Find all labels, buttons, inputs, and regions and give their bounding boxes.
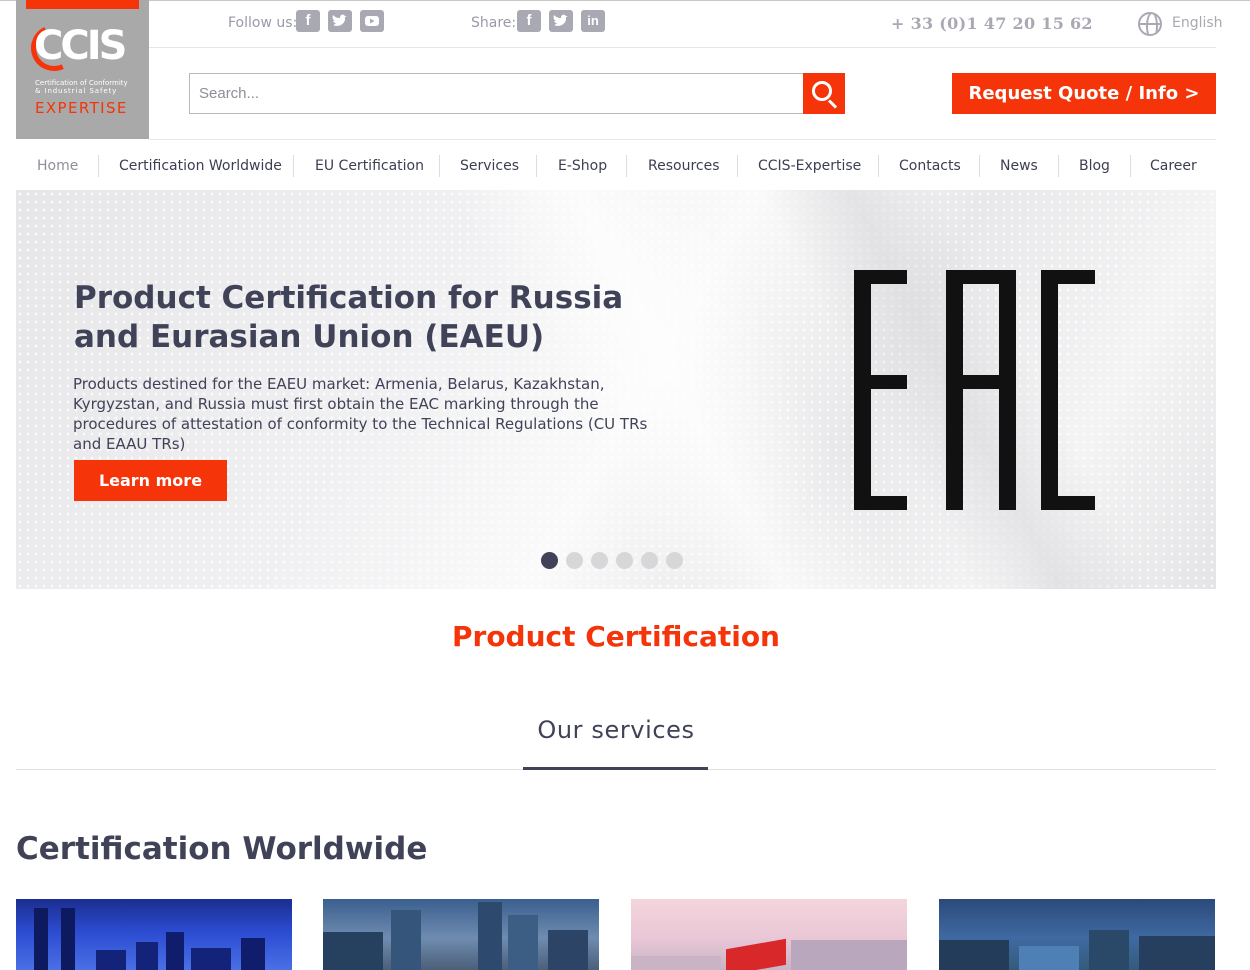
slider-dot-1[interactable]: [541, 552, 558, 569]
top-border: [0, 0, 1250, 1]
share-linkedin-icon[interactable]: in: [581, 10, 605, 32]
nav-separator: [737, 155, 738, 177]
follow-us-label: Follow us:: [228, 15, 298, 31]
nav-blog[interactable]: Blog: [1079, 156, 1110, 176]
header-divider: [149, 139, 1216, 140]
logo-wordmark: CCIS: [34, 23, 127, 69]
request-quote-button[interactable]: Request Quote / Info >: [952, 73, 1216, 114]
follow-facebook-icon[interactable]: f: [296, 10, 320, 32]
logo-subtitle-line1: Certification of Conformity: [35, 79, 128, 87]
nav-eu-certification[interactable]: EU Certification: [315, 156, 424, 176]
search-icon: [812, 81, 832, 101]
follow-twitter-icon[interactable]: [328, 10, 352, 32]
nav-separator: [536, 155, 537, 177]
search-input[interactable]: [189, 73, 804, 114]
nav-separator: [1058, 155, 1059, 177]
nav-certification-worldwide[interactable]: Certification Worldwide: [119, 156, 282, 176]
slider-dot-4[interactable]: [616, 552, 633, 569]
learn-more-button[interactable]: Learn more: [74, 460, 227, 501]
nav-separator: [293, 155, 294, 177]
language-selector[interactable]: English: [1172, 15, 1223, 31]
nav-separator: [878, 155, 879, 177]
nav-separator: [979, 155, 980, 177]
logo-subtitle-line2: & Industrial Safety: [35, 87, 118, 95]
active-tab-underline: [523, 767, 708, 770]
country-card-image[interactable]: [939, 899, 1215, 970]
nav-separator: [439, 155, 440, 177]
logo-accent-bar: [26, 0, 139, 9]
logo-expertise: EXPERTISE: [35, 99, 128, 117]
ccis-logo[interactable]: CCIS Certification of Conformity & Indus…: [16, 0, 149, 139]
nav-contacts[interactable]: Contacts: [899, 156, 961, 176]
certification-worldwide-heading: Certification Worldwide: [16, 831, 428, 867]
topbar-divider: [149, 47, 1216, 48]
nav-career[interactable]: Career: [1150, 156, 1197, 176]
search-button[interactable]: [803, 73, 845, 114]
nav-ccis-expertise[interactable]: CCIS-Expertise: [758, 156, 861, 176]
hero-description: Products destined for the EAEU market: A…: [73, 375, 648, 453]
product-certification-heading: Product Certification: [451, 620, 780, 653]
follow-youtube-icon[interactable]: [360, 10, 384, 32]
hero-title: Product Certification for Russia and Eur…: [74, 280, 624, 355]
hero-slider: Product Certification for Russia and Eur…: [16, 190, 1216, 589]
nav-separator: [1130, 155, 1131, 177]
tab-our-services[interactable]: Our services: [0, 716, 1232, 744]
slider-dot-6[interactable]: [666, 552, 683, 569]
country-card-image[interactable]: [631, 899, 907, 970]
nav-services[interactable]: Services: [460, 156, 519, 176]
share-label: Share:: [471, 15, 517, 31]
share-facebook-icon[interactable]: f: [517, 10, 541, 32]
search-icon-handle: [827, 99, 838, 109]
share-twitter-icon[interactable]: [549, 10, 573, 32]
nav-home[interactable]: Home: [37, 156, 78, 176]
nav-news[interactable]: News: [1000, 156, 1038, 176]
nav-separator: [626, 155, 627, 177]
eac-mark-icon: [854, 270, 1095, 510]
country-card-image[interactable]: [16, 899, 292, 970]
slider-dot-2[interactable]: [566, 552, 583, 569]
globe-icon[interactable]: [1138, 12, 1162, 36]
country-card-image[interactable]: [323, 899, 599, 970]
slider-dot-5[interactable]: [641, 552, 658, 569]
nav-separator: [98, 155, 99, 177]
nav-e-shop[interactable]: E-Shop: [558, 156, 607, 176]
nav-resources[interactable]: Resources: [648, 156, 720, 176]
phone-number[interactable]: + 33 (0)1 47 20 15 62: [891, 14, 1093, 33]
slider-dot-3[interactable]: [591, 552, 608, 569]
